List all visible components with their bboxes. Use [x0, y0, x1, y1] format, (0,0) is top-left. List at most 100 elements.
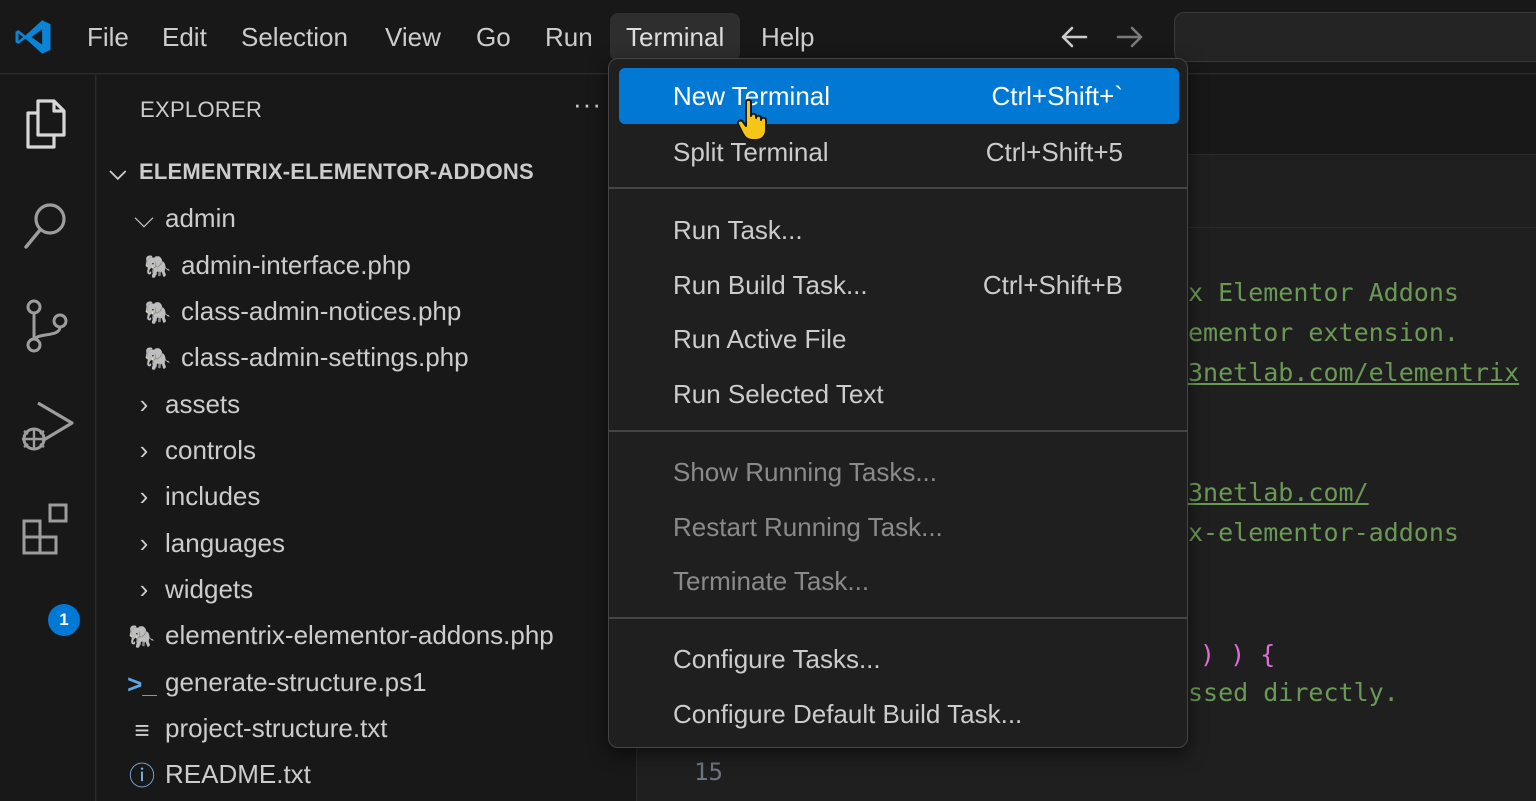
menu-item-label: Restart Running Task...	[673, 512, 943, 542]
menu-separator	[609, 187, 1187, 189]
menu-terminal[interactable]: Terminal	[610, 13, 741, 61]
php-elephant-icon: 🐘	[144, 300, 172, 326]
menu-item-label: Show Running Tasks...	[673, 457, 937, 487]
terminal-menu-dropdown: New Terminal Ctrl+Shift+` Split Terminal…	[608, 58, 1188, 748]
tree-root-folder[interactable]: ⌵ ELEMENTRIX-ELEMENTOR-ADDONS	[107, 149, 534, 195]
arrow-left-icon[interactable]	[1058, 18, 1090, 56]
menu-item-restart-running-task: Restart Running Task...	[619, 499, 1179, 555]
explorer-sidebar: EXPLORER ··· ⌵ ELEMENTRIX-ELEMENTOR-ADDON…	[97, 75, 637, 801]
root-folder-label: ELEMENTRIX-ELEMENTOR-ADDONS	[139, 159, 534, 184]
tree-item-label: controls	[165, 435, 257, 465]
tree-item-label: assets	[165, 389, 241, 419]
explorer-title: EXPLORER	[140, 97, 263, 122]
menu-item-new-terminal[interactable]: New Terminal Ctrl+Shift+`	[619, 68, 1179, 124]
menu-item-label: Configure Default Build Task...	[673, 699, 1023, 729]
tree-item-label: class-admin-settings.php	[181, 342, 469, 372]
command-center-search[interactable]	[1174, 12, 1536, 62]
chevron-right-icon: ›	[139, 389, 149, 419]
tree-item-admin-interface[interactable]: 🐘 admin-interface.php	[143, 242, 411, 288]
tree-item-includes[interactable]: › includes	[133, 473, 261, 519]
extensions-icon[interactable]	[18, 499, 76, 557]
menu-selection[interactable]: Selection	[241, 13, 348, 61]
menu-item-label: Terminate Task...	[673, 566, 870, 596]
tree-item-admin[interactable]: ⌵ admin	[133, 195, 236, 241]
chevron-down-icon: ⌵	[109, 159, 127, 184]
chevron-right-icon: ›	[139, 574, 149, 604]
menu-view[interactable]: View	[385, 13, 441, 61]
menu-go[interactable]: Go	[476, 13, 511, 61]
tree-item-label: languages	[165, 528, 285, 558]
hand-cursor-icon	[736, 98, 767, 141]
tree-item-assets[interactable]: › assets	[133, 381, 241, 427]
menu-item-label: Run Selected Text	[673, 379, 884, 409]
code-line[interactable]: x Elementor Addons	[1188, 278, 1459, 307]
info-icon: ⓘ	[128, 761, 155, 792]
code-line[interactable]: ssed directly.	[1188, 678, 1399, 707]
code-link[interactable]: 3netlab.com/elementrix	[1188, 358, 1519, 387]
tree-item-widgets[interactable]: › widgets	[133, 566, 254, 612]
more-actions-icon[interactable]: ···	[573, 89, 602, 120]
chevron-right-icon: ›	[139, 435, 149, 465]
menu-item-label: Run Active File	[673, 324, 847, 354]
tree-item-readme[interactable]: ⓘ README.txt	[127, 751, 311, 797]
line-number: 15	[694, 758, 723, 786]
menu-item-shortcut: Ctrl+Shift+B	[982, 270, 1123, 300]
chevron-right-icon: ›	[139, 528, 149, 558]
tree-item-controls[interactable]: › controls	[133, 427, 256, 473]
menu-item-label: Run Task...	[673, 215, 803, 245]
menu-item-show-running-tasks: Show Running Tasks...	[619, 444, 1179, 500]
menu-item-label: Configure Tasks...	[673, 644, 881, 674]
php-elephant-icon: 🐘	[128, 624, 156, 650]
tree-item-generate-structure[interactable]: >_ generate-structure.ps1	[127, 659, 427, 705]
tree-item-label: README.txt	[165, 759, 311, 789]
menu-separator	[609, 617, 1187, 619]
menu-item-run-build-task[interactable]: Run Build Task... Ctrl+Shift+B	[619, 257, 1179, 313]
vscode-logo-icon[interactable]	[14, 18, 52, 56]
chevron-down-icon: ⌵	[134, 203, 154, 233]
files-icon[interactable]	[18, 95, 76, 153]
menu-item-label: Run Build Task...	[673, 270, 868, 300]
menu-item-run-task[interactable]: Run Task...	[619, 202, 1179, 258]
tree-item-class-admin-settings[interactable]: 🐘 class-admin-settings.php	[143, 334, 469, 380]
tree-item-label: project-structure.txt	[165, 713, 388, 743]
menu-item-configure-default-build-task[interactable]: Configure Default Build Task...	[619, 686, 1179, 742]
menu-item-run-selected-text[interactable]: Run Selected Text	[619, 366, 1179, 422]
code-link[interactable]: 3netlab.com/	[1188, 478, 1369, 507]
menu-run[interactable]: Run	[545, 13, 593, 61]
source-control-icon[interactable]	[18, 297, 76, 355]
tree-item-label: widgets	[165, 574, 254, 604]
powershell-icon: >_	[127, 669, 157, 700]
code-line[interactable]: x-elementor-addons	[1188, 518, 1459, 547]
tree-item-label: includes	[165, 481, 261, 511]
tree-item-label: admin-interface.php	[181, 250, 411, 280]
tree-item-label: generate-structure.ps1	[165, 667, 427, 697]
php-elephant-icon: 🐘	[144, 346, 172, 372]
menu-item-shortcut: Ctrl+Shift+5	[985, 137, 1123, 167]
tree-item-languages[interactable]: › languages	[133, 520, 285, 566]
code-line[interactable]: ) ) {	[1200, 640, 1275, 669]
menu-file[interactable]: File	[87, 13, 129, 61]
run-debug-icon[interactable]	[18, 397, 76, 455]
menu-item-split-terminal[interactable]: Split Terminal Ctrl+Shift+5	[619, 124, 1179, 180]
tree-item-label: admin	[165, 203, 236, 233]
menu-separator	[609, 430, 1187, 432]
menu-item-shortcut: Ctrl+Shift+`	[991, 81, 1124, 111]
chevron-right-icon: ›	[139, 481, 149, 511]
menu-help[interactable]: Help	[761, 13, 814, 61]
php-elephant-icon: 🐘	[144, 254, 172, 280]
code-line[interactable]: ementor extension.	[1188, 318, 1459, 347]
tree-item-main-php[interactable]: 🐘 elementrix-elementor-addons.php	[127, 612, 554, 658]
text-file-icon: ≡	[134, 715, 150, 746]
menu-edit[interactable]: Edit	[162, 13, 207, 61]
tree-item-label: class-admin-notices.php	[181, 296, 462, 326]
menu-item-configure-tasks[interactable]: Configure Tasks...	[619, 631, 1179, 687]
arrow-right-icon[interactable]	[1114, 18, 1146, 56]
menu-item-run-active-file[interactable]: Run Active File	[619, 311, 1179, 367]
extensions-badge: 1	[48, 604, 80, 636]
menu-item-terminate-task: Terminate Task...	[619, 553, 1179, 609]
tree-item-class-admin-notices[interactable]: 🐘 class-admin-notices.php	[143, 288, 461, 334]
tree-item-project-structure[interactable]: ≡ project-structure.txt	[127, 705, 388, 751]
search-icon[interactable]	[18, 197, 76, 255]
tree-item-label: elementrix-elementor-addons.php	[165, 620, 554, 650]
activity-bar: 1	[0, 75, 96, 801]
